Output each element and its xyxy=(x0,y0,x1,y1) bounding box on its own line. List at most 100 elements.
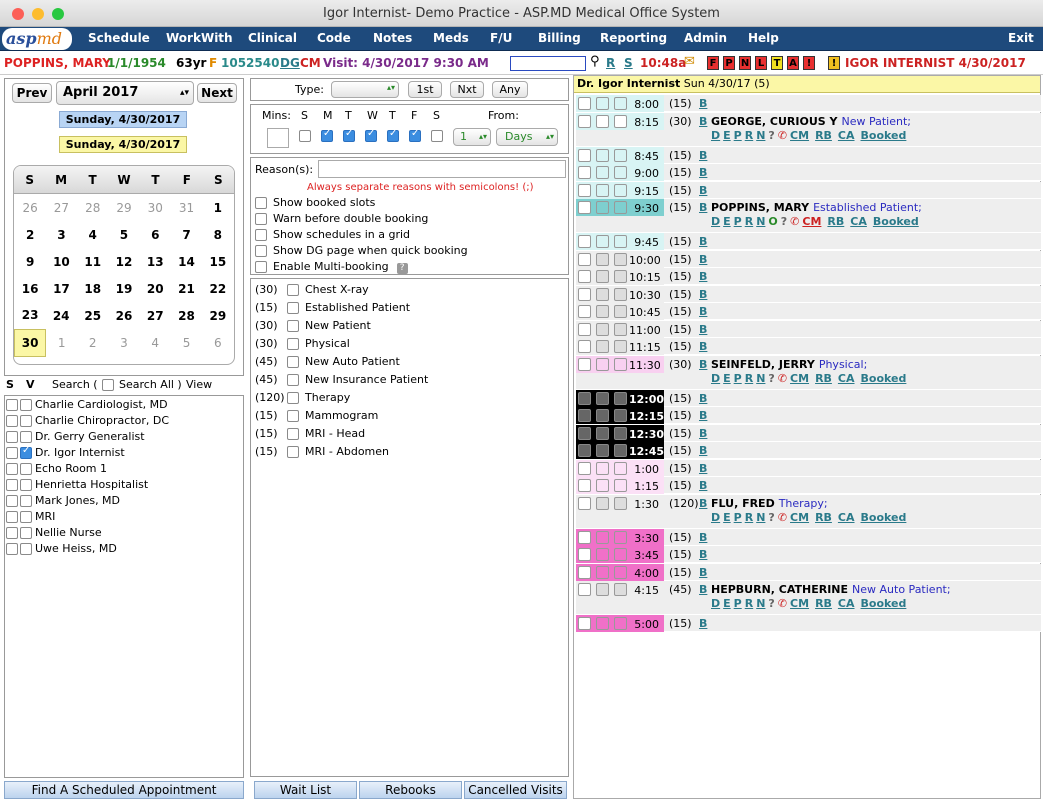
resource-item[interactable]: Uwe Heiss, MD xyxy=(5,542,117,558)
option-item[interactable]: Show DG page when quick booking xyxy=(255,244,468,257)
menu-admin[interactable]: Admin xyxy=(684,27,727,51)
slot-checkbox[interactable] xyxy=(596,114,609,128)
menu-help[interactable]: Help xyxy=(748,27,779,51)
calendar-day[interactable]: 22 xyxy=(202,275,233,302)
slot-checkbox[interactable] xyxy=(596,444,609,457)
resource-s-checkbox[interactable] xyxy=(6,479,18,491)
slot-e-link[interactable]: E xyxy=(723,129,731,142)
slot-checkbox[interactable] xyxy=(614,583,627,596)
open-slot[interactable]: 3:45 (15) B xyxy=(576,546,1041,563)
flag-a[interactable]: A xyxy=(787,56,799,70)
slot-cm-link[interactable]: CM xyxy=(790,597,809,610)
slot-checkbox[interactable] xyxy=(578,617,591,630)
phone-icon[interactable]: ✆ xyxy=(790,215,799,228)
book-link[interactable]: B xyxy=(699,115,707,128)
slot-checkbox[interactable] xyxy=(614,461,627,475)
booked-slot[interactable]: 11:30 (30) B SEINFELD, JERRY Physical; D E P R N?… xyxy=(576,355,1041,390)
slot-cm-link[interactable]: CM xyxy=(790,511,809,524)
slot-checkbox[interactable] xyxy=(596,391,609,405)
slot-r-link[interactable]: R xyxy=(745,597,753,610)
slot-checkbox[interactable] xyxy=(614,444,627,457)
resource-v-checkbox[interactable] xyxy=(20,511,32,523)
slot-r-link[interactable]: R xyxy=(745,372,753,385)
open-slot[interactable]: 3:30 (15) B xyxy=(576,528,1041,546)
menu-workwith[interactable]: WorkWith xyxy=(166,27,233,51)
open-slot[interactable]: 10:00 (15) B xyxy=(576,250,1041,268)
appointment-type-checkbox[interactable] xyxy=(287,302,299,314)
calendar-day[interactable]: 19 xyxy=(108,275,139,302)
slot-checkbox[interactable] xyxy=(578,496,591,510)
book-link[interactable]: B xyxy=(699,288,707,301)
slot-checkbox[interactable] xyxy=(596,322,609,336)
open-slot[interactable]: 8:45 (15) B xyxy=(576,146,1041,164)
next-month-button[interactable]: Next xyxy=(197,83,237,103)
appointment-type-item[interactable]: (15) Mammogram xyxy=(255,409,378,422)
slot-checkbox[interactable] xyxy=(578,548,591,561)
menu-billing[interactable]: Billing xyxy=(538,27,581,51)
option-item[interactable]: Show booked slots xyxy=(255,196,375,209)
calendar-day[interactable]: 23 xyxy=(15,302,46,329)
calendar-day[interactable]: 7 xyxy=(171,221,202,248)
resource-item[interactable]: Echo Room 1 xyxy=(5,462,107,478)
slot-checkbox[interactable] xyxy=(596,479,609,492)
slot-p-link[interactable]: P xyxy=(734,597,742,610)
calendar-day[interactable]: 4 xyxy=(77,221,108,248)
resource-v-checkbox[interactable] xyxy=(20,463,32,475)
patient-name[interactable]: POPPINS, MARY xyxy=(4,56,111,70)
open-slot[interactable]: 10:15 (15) B xyxy=(576,268,1041,285)
day-filter-checkbox[interactable] xyxy=(343,128,355,142)
slot-checkbox[interactable] xyxy=(614,166,627,179)
book-link[interactable]: B xyxy=(699,409,707,422)
slot-checkbox[interactable] xyxy=(614,617,627,630)
calendar-day[interactable]: 1 xyxy=(202,194,233,221)
help-icon[interactable]: ? xyxy=(396,263,408,274)
booked-slot[interactable]: 8:15 (30) B GEORGE, CURIOUS Y New Patient; D E… xyxy=(576,112,1041,147)
calendar-day[interactable]: 1 xyxy=(46,329,77,356)
slot-n-link[interactable]: N xyxy=(756,372,765,385)
slot-checkbox[interactable] xyxy=(596,252,609,266)
book-link[interactable]: B xyxy=(699,253,707,266)
resource-v-checkbox[interactable] xyxy=(20,543,32,555)
appointment-type-item[interactable]: (15) Established Patient xyxy=(255,301,410,314)
slot-p-link[interactable]: P xyxy=(734,372,742,385)
slot-booked-link[interactable]: Booked xyxy=(873,215,919,228)
flag-l[interactable]: L xyxy=(755,56,767,70)
slot-checkbox[interactable] xyxy=(578,252,591,266)
phone-icon[interactable]: ✆ xyxy=(778,372,787,385)
flag-p[interactable]: P xyxy=(723,56,735,70)
flag-alert[interactable]: ! xyxy=(803,56,815,70)
booked-slot[interactable]: 4:15 (45) B HEPBURN, CATHERINE New Auto Pati… xyxy=(576,581,1041,615)
slot-question-link[interactable]: ? xyxy=(768,372,774,385)
calendar-day[interactable]: 25 xyxy=(77,302,108,329)
search-icon[interactable]: ⚲ xyxy=(590,54,600,69)
aspmd-logo[interactable]: aspmd xyxy=(2,28,72,50)
slot-checkbox[interactable] xyxy=(596,305,609,318)
phone-icon[interactable]: ✆ xyxy=(778,129,787,142)
appointment-type-checkbox[interactable] xyxy=(287,374,299,386)
open-slot[interactable]: 11:15 (15) B xyxy=(576,338,1041,355)
slot-p-link[interactable]: P xyxy=(734,511,742,524)
cm-link[interactable]: CM xyxy=(300,56,321,70)
calendar-day[interactable]: 6 xyxy=(202,329,233,356)
resource-item[interactable]: Charlie Cardiologist, MD xyxy=(5,398,168,414)
open-slot[interactable]: 12:30 (15) B xyxy=(576,424,1041,442)
first-button[interactable]: 1st xyxy=(408,81,442,98)
slot-rb-link[interactable]: RB xyxy=(815,372,832,385)
cancelled-visits-button[interactable]: Cancelled Visits xyxy=(464,781,567,799)
slot-r-link[interactable]: R xyxy=(745,129,753,142)
slot-question-link[interactable]: ? xyxy=(768,597,774,610)
menu-fu[interactable]: F/U xyxy=(490,27,512,51)
resource-v-checkbox[interactable] xyxy=(20,415,32,427)
calendar-day[interactable]: 3 xyxy=(108,329,139,356)
mail-icon[interactable]: ✉ xyxy=(684,54,695,69)
resource-v-checkbox[interactable] xyxy=(20,527,32,539)
resource-item[interactable]: Henrietta Hospitalist xyxy=(5,478,148,494)
open-slot[interactable]: 9:45 (15) B xyxy=(576,233,1041,250)
slot-question-link[interactable]: ? xyxy=(768,511,774,524)
open-slot[interactable]: 4:00 (15) B xyxy=(576,563,1041,581)
day-filter-checkbox[interactable] xyxy=(431,130,443,142)
slot-cm-link[interactable]: CM xyxy=(790,129,809,142)
slot-d-link[interactable]: D xyxy=(711,511,720,524)
flag-n[interactable]: N xyxy=(739,56,751,70)
day-filter-checkbox[interactable] xyxy=(299,130,311,142)
